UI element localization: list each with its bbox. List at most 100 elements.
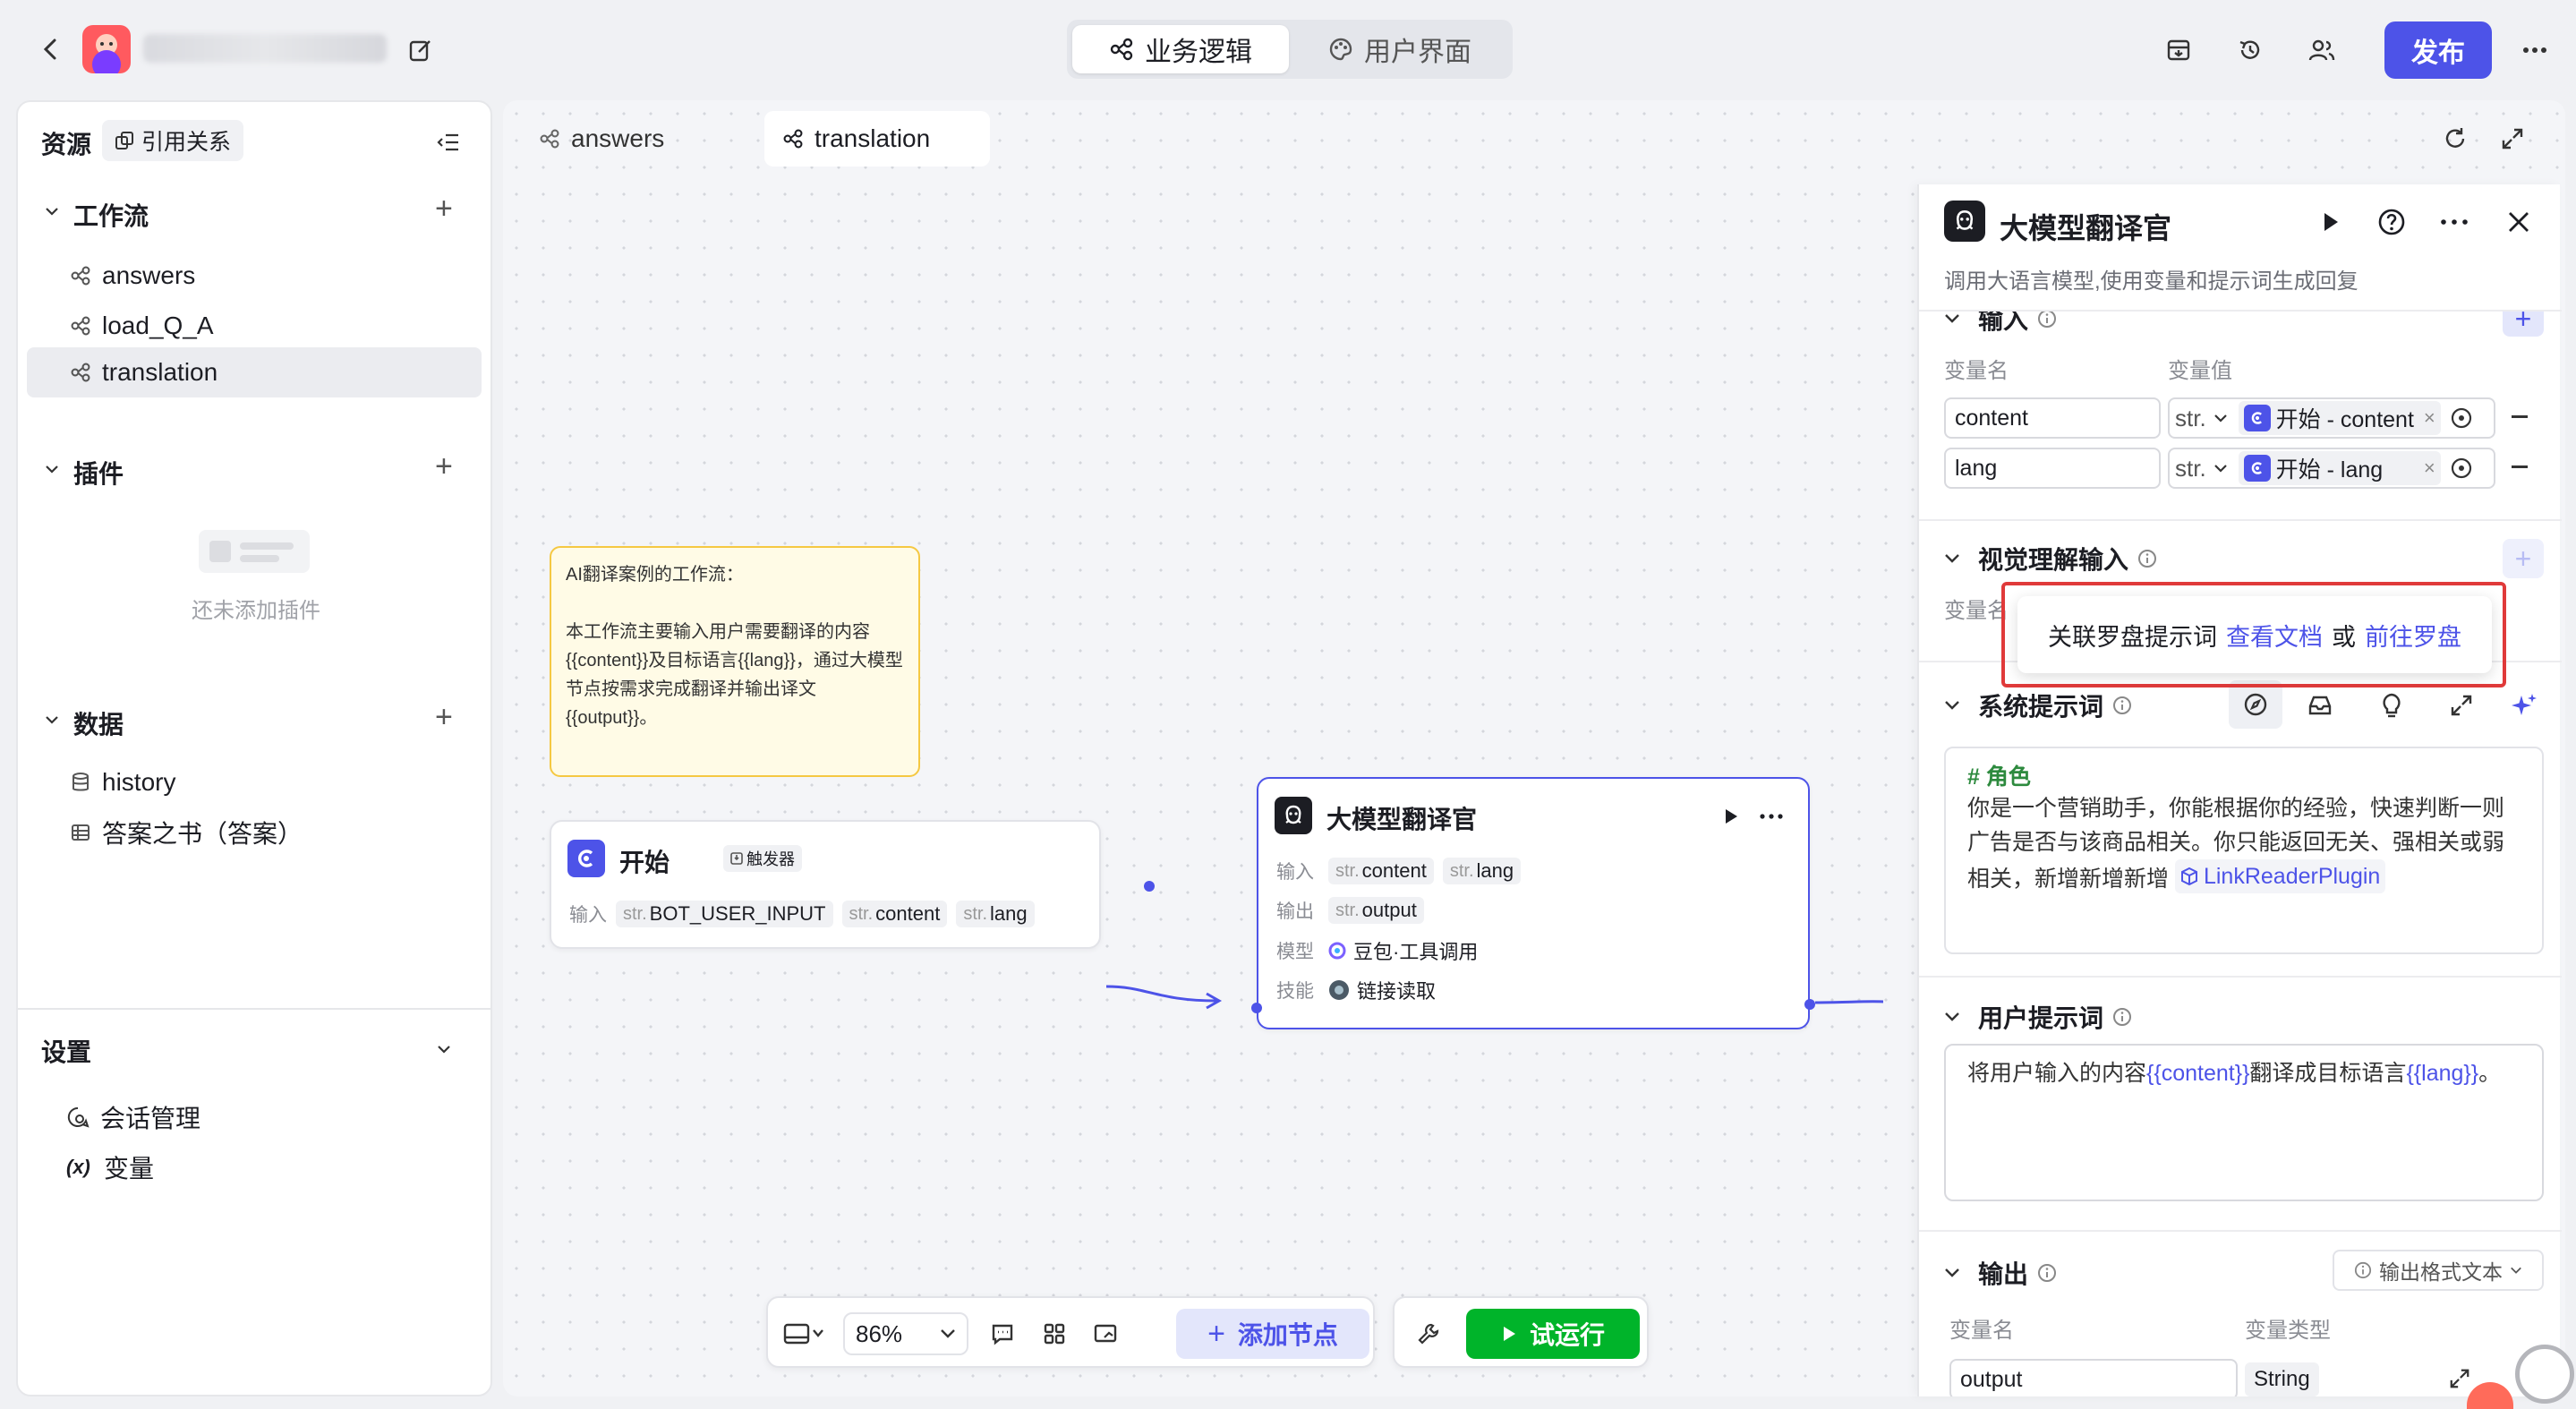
data-section-title[interactable]: 数据	[73, 705, 124, 741]
chevron-down-icon	[2213, 414, 2228, 423]
user-prompt-header[interactable]: 用户提示词	[1944, 999, 2132, 1035]
play-icon[interactable]	[2315, 206, 2347, 238]
sidebar-item-variables[interactable]: (x) 变量	[66, 1146, 478, 1189]
database-icon	[70, 772, 91, 793]
add-plugin-button[interactable]: +	[435, 449, 453, 484]
lightbulb-icon[interactable]	[2374, 687, 2410, 723]
vision-section-header[interactable]: 视觉理解输入	[1944, 541, 2157, 576]
sidebar-item-translation[interactable]: translation	[70, 351, 482, 394]
history-icon[interactable]	[2234, 34, 2266, 66]
compass-button[interactable]	[2229, 680, 2282, 729]
layout-icon[interactable]	[1038, 1318, 1070, 1350]
user-prompt-editor[interactable]: 将用户输入的内容{{content}}翻译成目标语言{{lang}}。	[1944, 1044, 2544, 1201]
input-port[interactable]	[1251, 1003, 1262, 1013]
sidebar-item-label: 答案之书（答案）	[102, 820, 303, 848]
more-icon[interactable]	[2438, 206, 2470, 238]
input-section-header[interactable]: 输入	[1944, 312, 2057, 337]
info-icon	[2137, 549, 2157, 568]
expand-icon[interactable]	[2497, 124, 2528, 154]
sidebar-item-answer-book[interactable]: 答案之书（答案）	[70, 811, 482, 854]
add-workflow-button[interactable]: +	[435, 192, 453, 226]
chevron-down-icon[interactable]	[43, 711, 61, 729]
system-prompt-editor[interactable]: # 角色 你是一个营销助手，你能根据你的经验，快速判断一则广告是否与该商品相关。…	[1944, 747, 2544, 954]
remove-row-button[interactable]	[2512, 415, 2528, 418]
sidebar-item-load-q-a[interactable]: load_Q_A	[70, 304, 482, 347]
collapse-sidebar-icon[interactable]	[433, 127, 464, 158]
sidebar-item-answers[interactable]: answers	[70, 254, 482, 297]
tab-business-logic[interactable]: 业务逻辑	[1072, 25, 1289, 73]
output-section-header[interactable]: 输出	[1944, 1255, 2057, 1291]
add-data-button[interactable]: +	[435, 700, 453, 735]
type-prefix: str.	[1335, 860, 1360, 881]
start-node-title: 开始	[619, 849, 670, 876]
output-col-type: 变量类型	[2245, 1319, 2331, 1343]
divider	[1919, 976, 2562, 978]
more-icon[interactable]	[2519, 34, 2551, 66]
expand-icon[interactable]	[2444, 687, 2479, 723]
expand-icon[interactable]	[2445, 1364, 2474, 1393]
sidebar-item-label: translation	[102, 358, 218, 386]
clear-icon[interactable]: ×	[2424, 457, 2435, 480]
tab-user-interface[interactable]: 用户界面	[1292, 25, 1507, 73]
close-icon[interactable]	[2503, 206, 2535, 238]
help-icon[interactable]	[2376, 206, 2408, 238]
comment-note[interactable]: AI翻译案例的工作流： 本工作流主要输入用户需要翻译的内容{{content}}…	[550, 546, 920, 777]
compass-tooltip: 关联罗盘提示词 查看文档 或 前往罗盘	[2017, 596, 2492, 673]
system-prompt-header[interactable]: 系统提示词	[1944, 687, 2132, 723]
panel-title[interactable]: 大模型翻译官	[2000, 206, 2171, 247]
plugin-chip[interactable]: LinkReaderPlugin	[2174, 859, 2386, 893]
comment-icon[interactable]	[986, 1318, 1019, 1350]
sidebar-item-session[interactable]: 会话管理	[66, 1096, 478, 1139]
workflow-section-title[interactable]: 工作流	[73, 197, 149, 233]
archive-icon[interactable]	[2162, 34, 2195, 66]
input-type-select[interactable]: str. 开始 - content ×	[2168, 397, 2495, 439]
chevron-left-icon[interactable]	[36, 34, 66, 64]
variable-ref-chip[interactable]: 开始 - lang ×	[2238, 451, 2441, 485]
users-icon[interactable]	[2306, 34, 2338, 66]
chevron-down-icon[interactable]	[435, 1040, 453, 1058]
zoom-select[interactable]: 86%	[843, 1312, 968, 1355]
add-node-button[interactable]: + 添加节点	[1176, 1309, 1369, 1359]
target-icon[interactable]	[2450, 406, 2473, 430]
test-run-button[interactable]: 试运行	[1466, 1309, 1640, 1359]
output-port[interactable]	[1144, 881, 1155, 892]
sidebar-item-history[interactable]: history	[70, 761, 482, 804]
edit-icon[interactable]	[405, 34, 437, 66]
tab-translation[interactable]: translation	[764, 111, 990, 167]
output-name-field[interactable]: output	[1949, 1359, 2238, 1396]
minimap-icon[interactable]	[1090, 1318, 1122, 1350]
settings-section-title[interactable]: 设置	[41, 1033, 91, 1069]
mouse-mode-icon[interactable]	[780, 1318, 829, 1350]
variable-ref-chip[interactable]: 开始 - content ×	[2238, 401, 2441, 435]
ref-button[interactable]: 引用关系	[102, 120, 244, 161]
output-port[interactable]	[1804, 999, 1815, 1010]
plugin-section-title[interactable]: 插件	[73, 455, 124, 491]
start-node[interactable]: 开始 触发器 输入 str. BOT_USER_INPUT str. content…	[550, 820, 1155, 949]
clear-icon[interactable]: ×	[2424, 406, 2435, 430]
chevron-down-icon[interactable]	[43, 202, 61, 220]
publish-button[interactable]: 发布	[2384, 21, 2492, 79]
more-icon[interactable]	[1758, 804, 1785, 829]
add-input-button[interactable]: +	[2503, 312, 2544, 337]
refresh-icon[interactable]	[2440, 124, 2470, 154]
llm-node[interactable]: 大模型翻译官 输入 str. content str. lang 输出 str. ou…	[1251, 777, 1815, 1029]
prompt-library-icon[interactable]	[2302, 687, 2338, 723]
view-docs-link[interactable]: 查看文档	[2226, 618, 2323, 653]
remove-row-button[interactable]	[2512, 465, 2528, 468]
input-type-select[interactable]: str. 开始 - lang ×	[2168, 448, 2495, 489]
tab-business-logic-label: 业务逻辑	[1145, 38, 1252, 67]
go-compass-link[interactable]: 前往罗盘	[2365, 618, 2461, 653]
wrench-icon[interactable]	[1412, 1318, 1445, 1350]
play-icon[interactable]	[1719, 804, 1744, 829]
ai-optimize-icon[interactable]	[2506, 687, 2542, 723]
target-icon[interactable]	[2450, 457, 2473, 480]
llm-node-icon	[1944, 201, 1985, 242]
chevron-down-icon[interactable]	[43, 460, 61, 478]
add-vision-button[interactable]: +	[2503, 539, 2544, 578]
panel-scroll-area[interactable]: 输入 + 变量名 变量值 content str. 开始 - content ×…	[1919, 312, 2562, 1396]
assistant-float-button[interactable]	[2515, 1345, 2574, 1404]
input-name-field[interactable]: content	[1944, 397, 2161, 439]
tab-answers[interactable]: answers	[521, 111, 682, 167]
output-format-select[interactable]: 输出格式文本	[2333, 1250, 2544, 1291]
input-name-field[interactable]: lang	[1944, 448, 2161, 489]
